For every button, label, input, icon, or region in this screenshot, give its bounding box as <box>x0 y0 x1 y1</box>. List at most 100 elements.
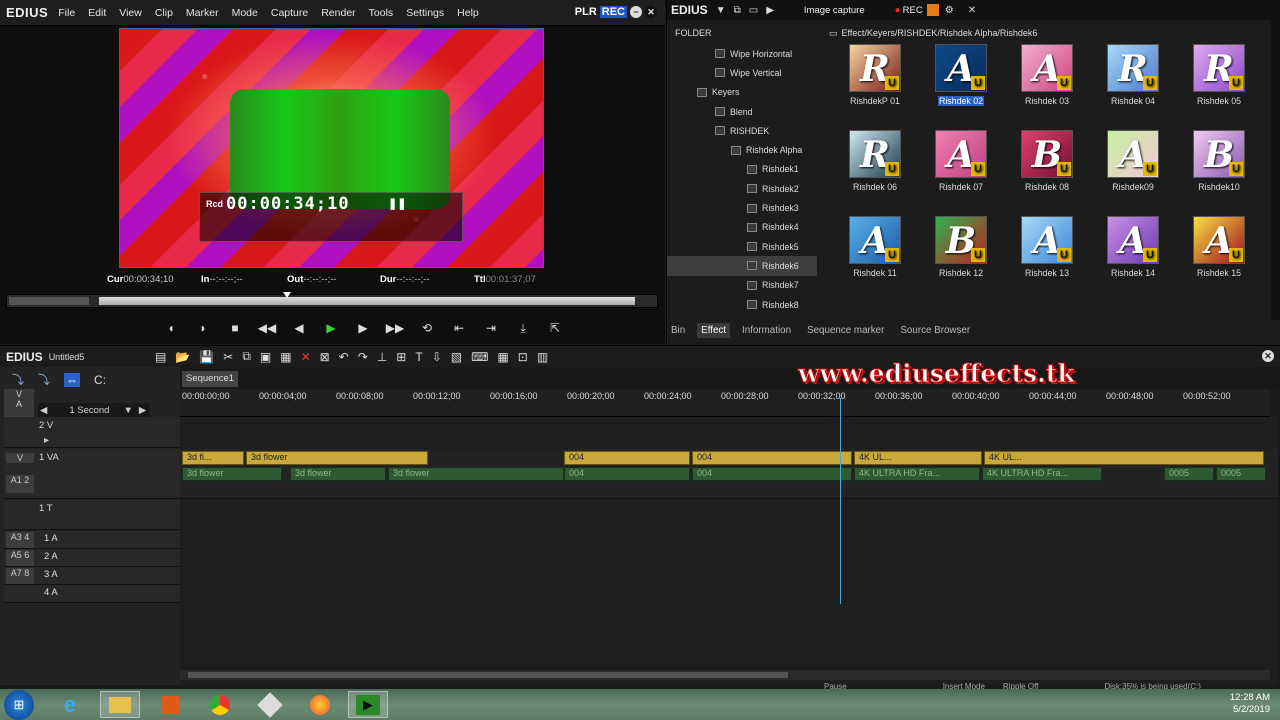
menu-render[interactable]: Render <box>321 7 355 19</box>
tree-item[interactable]: Blend <box>667 102 817 121</box>
clip-video-6[interactable]: 4K UL... <box>984 451 1264 465</box>
menu-mode[interactable]: Mode <box>232 7 258 19</box>
tab-sequence-marker[interactable]: Sequence marker <box>803 323 888 338</box>
sequence-tab[interactable]: Sequence1 <box>182 371 239 387</box>
va-tag[interactable]: V A <box>4 389 34 417</box>
player-icon[interactable]: ▶ <box>766 5 774 16</box>
insert-icon[interactable]: ⤓ <box>512 321 534 336</box>
plr-label[interactable]: PLR <box>575 6 597 18</box>
timeline-scroll-thumb[interactable] <box>188 672 788 678</box>
tree-item[interactable]: Rishdek Alpha <box>667 140 817 159</box>
track-tool-2-icon[interactable]: ⤵ <box>38 371 50 388</box>
expand-icon[interactable]: ▸ <box>44 435 49 446</box>
scrub-playhead[interactable] <box>282 292 291 298</box>
tree-item[interactable]: Rishdek7 <box>667 276 817 295</box>
grid-icon[interactable]: ▦ <box>497 350 508 364</box>
folder-icon[interactable]: ▭ <box>749 5 758 16</box>
panel-close-icon[interactable]: ✕ <box>968 5 976 16</box>
tree-item[interactable]: Keyers <box>667 83 817 102</box>
effect-item[interactable]: A U Rishdek09 <box>1093 130 1173 214</box>
track-1va-row[interactable]: 3d fl... 3d flower 004 004 4K UL... 4K U… <box>180 449 1278 499</box>
effect-item[interactable]: A U Rishdek 11 <box>835 216 915 300</box>
effect-item[interactable]: A U Rishdek 07 <box>921 130 1001 214</box>
dropdown-icon[interactable]: ▼ <box>716 5 726 16</box>
track-header-1va[interactable]: V A1 2 1 VA <box>4 449 180 499</box>
zoom-left-icon[interactable]: ◀ <box>40 405 47 416</box>
firefox-icon[interactable] <box>300 691 340 718</box>
mixer-icon[interactable]: ⊞ <box>396 350 406 364</box>
set-out-icon[interactable]: ◗ <box>192 321 214 335</box>
effect-thumbnail[interactable]: BU <box>1193 130 1245 178</box>
tree-item[interactable]: Rishdek2 <box>667 179 817 198</box>
timeline-close-icon[interactable]: ✕ <box>1262 350 1274 362</box>
zoom-right-icon[interactable]: ▶ <box>139 405 146 416</box>
effect-thumbnail[interactable]: AU <box>1193 216 1245 264</box>
track-a56-tag[interactable]: A5 6 <box>6 550 34 566</box>
effect-thumbnail[interactable]: RU <box>1193 44 1245 92</box>
tab-source-browser[interactable]: Source Browser <box>896 323 974 338</box>
next-edit-icon[interactable]: ⇥ <box>480 321 502 335</box>
import-icon[interactable]: ⇩ <box>432 350 442 364</box>
effect-item[interactable]: A U Rishdek 14 <box>1093 216 1173 300</box>
menu-capture[interactable]: Capture <box>271 7 308 19</box>
effect-item[interactable]: R U RishdekP 01 <box>835 44 915 128</box>
open-project-icon[interactable]: 📂 <box>175 350 190 364</box>
undo-icon[interactable]: ↶ <box>339 350 349 364</box>
clip-audio-4[interactable]: 004 <box>564 467 690 481</box>
tool-icon[interactable]: ⊥ <box>377 350 387 364</box>
clip-audio-9[interactable]: 0005 <box>1216 467 1266 481</box>
keyboard-icon[interactable]: ⌨ <box>471 350 488 364</box>
snap-icon[interactable]: C: <box>94 373 106 387</box>
track-tool-1-icon[interactable]: ⤵ <box>12 371 24 388</box>
close-icon[interactable]: ✕ <box>645 6 657 18</box>
effect-thumbnail[interactable]: AU <box>1107 216 1159 264</box>
save-icon[interactable]: 💾 <box>199 350 214 364</box>
effect-item[interactable]: B U Rishdek 12 <box>921 216 1001 300</box>
step-forward-icon[interactable]: ▶ <box>352 321 374 335</box>
start-button-icon[interactable]: ⊞ <box>4 690 34 720</box>
effect-item[interactable]: R U Rishdek 05 <box>1179 44 1259 128</box>
track-a78-tag[interactable]: A7 8 <box>6 568 34 584</box>
plr-rec-switch[interactable]: PLR REC − ✕ <box>575 6 657 18</box>
menu-marker[interactable]: Marker <box>186 7 219 19</box>
timeline-tracks[interactable]: 3d fl... 3d flower 004 004 4K UL... 4K U… <box>180 417 1278 685</box>
effect-item[interactable]: B U Rishdek 08 <box>1007 130 1087 214</box>
clip-audio-2[interactable]: 3d flower <box>290 467 386 481</box>
effect-thumbnail[interactable]: RU <box>849 44 901 92</box>
clip-video-4[interactable]: 004 <box>692 451 852 465</box>
track-header-2a[interactable]: A5 6 2 A <box>4 549 180 567</box>
effect-item[interactable]: A U Rishdek 13 <box>1007 216 1087 300</box>
menu-settings[interactable]: Settings <box>406 7 444 19</box>
menu-edit[interactable]: Edit <box>88 7 106 19</box>
tab-information[interactable]: Information <box>738 323 795 338</box>
menu-help[interactable]: Help <box>457 7 479 19</box>
effect-thumbnail[interactable]: RU <box>1107 44 1159 92</box>
effect-item[interactable]: R U Rishdek 06 <box>835 130 915 214</box>
tab-bin[interactable]: Bin <box>667 323 689 338</box>
track-header-1a[interactable]: A3 4 1 A <box>4 531 180 549</box>
grid-scrollbar[interactable] <box>1271 20 1280 320</box>
chrome-icon[interactable] <box>200 691 240 718</box>
set-in-icon[interactable]: ◖ <box>160 321 182 335</box>
track-header-1t[interactable]: 1 T <box>4 500 180 530</box>
rec-label[interactable]: REC <box>599 6 627 18</box>
ie-icon[interactable]: e <box>50 691 90 718</box>
effect-thumbnail[interactable]: AU <box>1021 44 1073 92</box>
effect-item[interactable]: A U Rishdek 03 <box>1007 44 1087 128</box>
clock[interactable]: 12:28 AM 5/2/2019 <box>1230 692 1270 716</box>
ripple-delete-icon[interactable]: ⊠ <box>320 350 330 364</box>
safe-area-icon[interactable]: ⊡ <box>518 350 528 364</box>
camera-icon[interactable] <box>926 4 939 16</box>
menu-clip[interactable]: Clip <box>155 7 173 19</box>
track-header-2v[interactable]: 2 V ▸ <box>4 417 180 448</box>
delete-icon[interactable]: ✕ <box>301 350 311 364</box>
clip-video-3[interactable]: 004 <box>564 451 690 465</box>
menu-file[interactable]: File <box>58 7 75 19</box>
folder-tree[interactable]: Wipe Horizontal Wipe Vertical Keyers Blend R… <box>667 44 817 322</box>
clip-audio-8[interactable]: 0005 <box>1164 467 1214 481</box>
track-a34-tag[interactable]: A3 4 <box>6 532 34 548</box>
tree-item[interactable]: Rishdek1 <box>667 160 817 179</box>
title-icon[interactable]: T <box>415 350 422 364</box>
play-icon[interactable]: ▶ <box>320 321 342 335</box>
effect-thumbnail[interactable]: AU <box>849 216 901 264</box>
